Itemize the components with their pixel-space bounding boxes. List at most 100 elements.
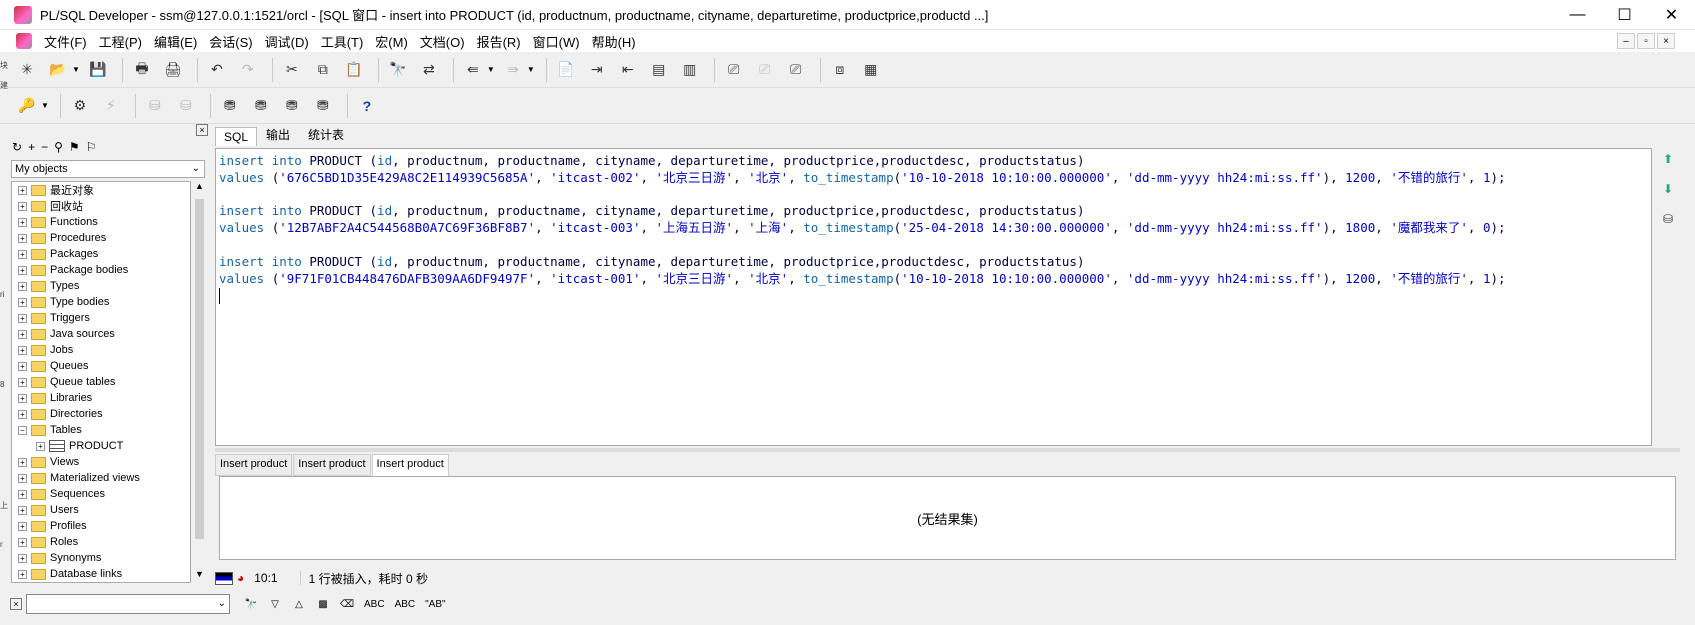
- minus-icon[interactable]: −: [41, 140, 48, 154]
- logon-dropdown-icon[interactable]: ▼: [41, 101, 49, 110]
- minimize-button[interactable]: —: [1554, 0, 1601, 30]
- expand-icon[interactable]: +: [18, 313, 27, 323]
- tree-scrollbar[interactable]: ▲ ▼: [193, 181, 206, 583]
- arrow-up-icon[interactable]: ⬆: [1663, 152, 1673, 166]
- tree-item[interactable]: + 最近对象: [12, 182, 190, 198]
- tree-item[interactable]: + PRODUCT: [12, 438, 190, 454]
- result-tab-1[interactable]: Insert product: [215, 454, 293, 476]
- filter-icon[interactable]: ⚑: [69, 140, 80, 154]
- highlight-icon[interactable]: ▩: [312, 594, 334, 614]
- tree-item[interactable]: − Tables: [12, 422, 190, 438]
- tree-item[interactable]: + Synonyms: [12, 550, 190, 566]
- tree-item[interactable]: + Profiles: [12, 518, 190, 534]
- tree-item[interactable]: + Type bodies: [12, 294, 190, 310]
- macro-play-icon[interactable]: ⎚: [752, 57, 778, 83]
- sql-editor[interactable]: insert into PRODUCT (id, productnum, pro…: [215, 148, 1652, 446]
- tree-item[interactable]: + Sequences: [12, 486, 190, 502]
- expand-icon[interactable]: +: [18, 505, 27, 515]
- cut-icon[interactable]: ✂: [279, 57, 305, 83]
- tree-item[interactable]: + Users: [12, 502, 190, 518]
- mdi-minimize-button[interactable]: –: [1617, 33, 1635, 49]
- tree-item[interactable]: + Functions: [12, 214, 190, 230]
- import-icon[interactable]: ⇚: [460, 57, 486, 83]
- expand-icon[interactable]: +: [18, 393, 27, 403]
- rollback-icon[interactable]: ⛁: [173, 93, 199, 119]
- scroll-up-icon[interactable]: ▲: [193, 181, 206, 195]
- find-input[interactable]: ⌄: [26, 594, 230, 614]
- expand-icon[interactable]: +: [18, 297, 27, 307]
- export-dropdown-icon[interactable]: ▼: [527, 65, 535, 74]
- find-previous-icon[interactable]: △: [288, 594, 310, 614]
- indent-icon[interactable]: ⇥: [584, 57, 610, 83]
- find-next-icon[interactable]: ▽: [264, 594, 286, 614]
- expand-icon[interactable]: +: [18, 489, 27, 499]
- tree-item[interactable]: + Libraries: [12, 390, 190, 406]
- case-sensitive-toggle[interactable]: ABC: [360, 594, 389, 614]
- collapse-icon[interactable]: −: [18, 425, 27, 435]
- help-icon[interactable]: ?: [354, 93, 380, 119]
- arrow-down-icon[interactable]: ⬇: [1663, 182, 1673, 196]
- expand-icon[interactable]: +: [36, 441, 45, 451]
- clear-icon[interactable]: ⌫: [336, 594, 358, 614]
- expand-icon[interactable]: +: [18, 553, 27, 563]
- expand-icon[interactable]: +: [18, 329, 27, 339]
- comment-icon[interactable]: ▤: [646, 57, 672, 83]
- undo-icon[interactable]: ↶: [204, 57, 230, 83]
- tree-item[interactable]: + Roles: [12, 534, 190, 550]
- macro-library-icon[interactable]: ⎚: [783, 57, 809, 83]
- expand-icon[interactable]: +: [18, 201, 27, 211]
- expand-icon[interactable]: +: [18, 281, 27, 291]
- execute-icon[interactable]: ⚙: [67, 93, 93, 119]
- tree-item[interactable]: + Package bodies: [12, 262, 190, 278]
- sql-window-icon[interactable]: ⛃: [248, 93, 274, 119]
- tree-item[interactable]: + Procedures: [12, 230, 190, 246]
- plus-icon[interactable]: +: [28, 140, 35, 154]
- menu-window[interactable]: 窗口(W): [527, 32, 586, 51]
- filter-edit-icon[interactable]: ⚐: [86, 140, 97, 154]
- object-filter-select[interactable]: My objects ⌄: [11, 160, 205, 178]
- database-icon[interactable]: ⛁: [1663, 212, 1673, 226]
- open-dropdown-icon[interactable]: ▼: [72, 65, 80, 74]
- scroll-down-icon[interactable]: ▼: [193, 569, 206, 583]
- expand-icon[interactable]: +: [18, 569, 27, 579]
- expand-icon[interactable]: +: [18, 185, 27, 195]
- menu-project[interactable]: 工程(P): [93, 32, 148, 51]
- key-icon[interactable]: 🔑: [14, 93, 40, 119]
- commit-icon[interactable]: ⛁: [142, 93, 168, 119]
- tree-item[interactable]: + Java sources: [12, 326, 190, 342]
- expand-icon[interactable]: +: [18, 521, 27, 531]
- expand-icon[interactable]: +: [18, 265, 27, 275]
- tree-item[interactable]: + Directories: [12, 406, 190, 422]
- menu-reports[interactable]: 报告(R): [471, 32, 527, 51]
- menu-edit[interactable]: 编辑(E): [148, 32, 203, 51]
- expand-icon[interactable]: +: [18, 233, 27, 243]
- refresh-icon[interactable]: ↻: [12, 140, 22, 154]
- find-icon[interactable]: 🔭: [240, 594, 262, 614]
- expand-icon[interactable]: +: [18, 537, 27, 547]
- copy-icon[interactable]: ⧉: [310, 57, 336, 83]
- find-icon[interactable]: 🔭: [385, 57, 411, 83]
- window-cascade-icon[interactable]: ⧈: [827, 57, 853, 83]
- menu-documents[interactable]: 文档(O): [414, 32, 471, 51]
- tree-item[interactable]: + Triggers: [12, 310, 190, 326]
- command-window-icon[interactable]: ⛃: [279, 93, 305, 119]
- object-tree[interactable]: + 最近对象 + 回收站 + Functions + Procedures + Packages +…: [11, 181, 191, 583]
- tree-item[interactable]: + Types: [12, 278, 190, 294]
- regex-toggle[interactable]: "AB": [421, 594, 449, 614]
- tree-item[interactable]: + Views: [12, 454, 190, 470]
- tree-item[interactable]: + Packages: [12, 246, 190, 262]
- tree-item[interactable]: + Queue tables: [12, 374, 190, 390]
- print-preview-icon[interactable]: 🖨: [160, 57, 186, 83]
- expand-icon[interactable]: +: [18, 457, 27, 467]
- scroll-thumb[interactable]: [195, 199, 204, 539]
- menu-help[interactable]: 帮助(H): [586, 32, 642, 51]
- mdi-restore-button[interactable]: ▫: [1637, 33, 1655, 49]
- tab-statistics[interactable]: 统计表: [299, 123, 353, 146]
- save-icon[interactable]: 💾: [85, 57, 111, 83]
- tree-item[interactable]: + 回收站: [12, 198, 190, 214]
- splitter[interactable]: [215, 448, 1680, 452]
- expand-icon[interactable]: +: [18, 345, 27, 355]
- break-icon[interactable]: ⚡: [98, 93, 124, 119]
- expand-icon[interactable]: +: [18, 377, 27, 387]
- document-icon[interactable]: 📄: [553, 57, 579, 83]
